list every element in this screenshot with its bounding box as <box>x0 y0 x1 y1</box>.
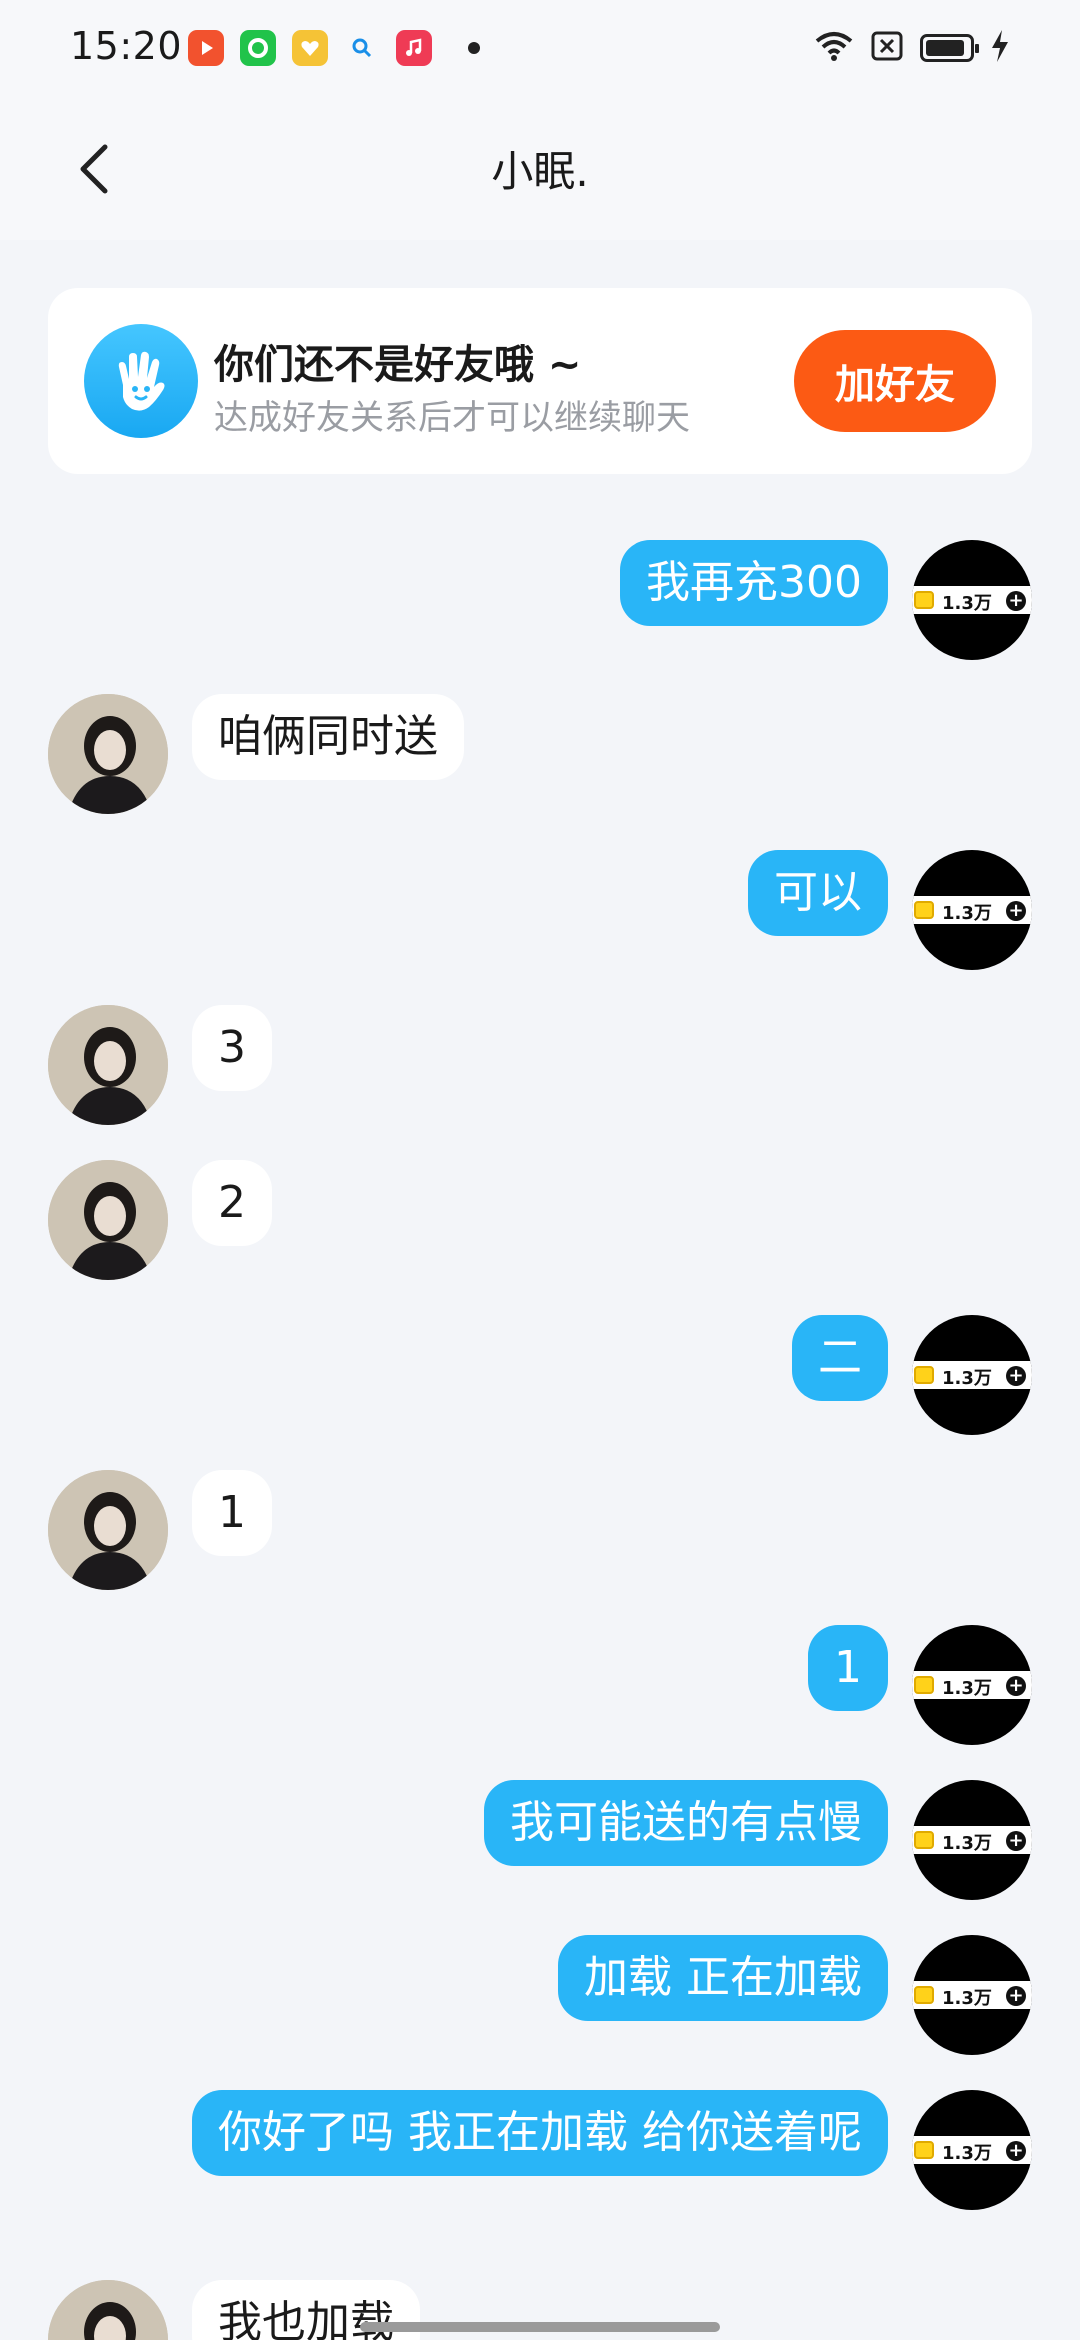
plus-icon: + <box>1006 1831 1026 1851</box>
message-bubble-self[interactable]: 我可能送的有点慢 <box>484 1780 888 1866</box>
coin-count: 1.3万 <box>942 593 992 614</box>
message-bubble-self[interactable]: 可以 <box>748 850 888 936</box>
self-avatar[interactable]: 1.3万 + <box>912 1935 1032 2055</box>
home-indicator[interactable] <box>360 2322 720 2332</box>
contact-avatar[interactable] <box>48 1160 168 1280</box>
message-bubble-self[interactable]: 你好了吗 我正在加载 给你送着呢 <box>192 2090 888 2176</box>
plus-icon: + <box>1006 901 1026 921</box>
plus-icon: + <box>1006 1366 1026 1386</box>
self-avatar[interactable]: 1.3万 + <box>912 540 1032 660</box>
coin-count: 1.3万 <box>942 903 992 924</box>
message-bubble-other[interactable]: 3 <box>192 1005 272 1091</box>
plus-icon: + <box>1006 2141 1026 2161</box>
plus-icon: + <box>1006 1986 1026 2006</box>
coin-icon <box>914 2141 934 2159</box>
message-bubble-self[interactable]: 1 <box>808 1625 888 1711</box>
message-bubble-other[interactable]: 2 <box>192 1160 272 1246</box>
contact-avatar[interactable] <box>48 1470 168 1590</box>
coin-icon <box>914 1366 934 1384</box>
plus-icon: + <box>1006 591 1026 611</box>
coin-icon <box>914 901 934 919</box>
self-avatar[interactable]: 1.3万 + <box>912 1315 1032 1435</box>
coin-icon <box>914 591 934 609</box>
coin-icon <box>914 1676 934 1694</box>
plus-icon: + <box>1006 1676 1026 1696</box>
contact-avatar[interactable] <box>48 1005 168 1125</box>
contact-avatar[interactable] <box>48 694 168 814</box>
coin-count: 1.3万 <box>942 1988 992 2009</box>
self-avatar[interactable]: 1.3万 + <box>912 850 1032 970</box>
coin-count: 1.3万 <box>942 1678 992 1699</box>
message-bubble-self[interactable]: 二 <box>792 1315 888 1401</box>
coin-count: 1.3万 <box>942 1833 992 1854</box>
message-bubble-self[interactable]: 加载 正在加载 <box>558 1935 888 2021</box>
coin-count: 1.3万 <box>942 2143 992 2164</box>
coin-icon <box>914 1986 934 2004</box>
coin-count: 1.3万 <box>942 1368 992 1389</box>
message-list: 我再充300 1.3万 + 咱俩同时送 可以 1.3万 + 3 2 二 1.3万… <box>0 0 1080 2340</box>
self-avatar[interactable]: 1.3万 + <box>912 1780 1032 1900</box>
message-bubble-other[interactable]: 1 <box>192 1470 272 1556</box>
self-avatar[interactable]: 1.3万 + <box>912 1625 1032 1745</box>
contact-avatar[interactable] <box>48 2280 168 2340</box>
message-bubble-self[interactable]: 我再充300 <box>620 540 888 626</box>
self-avatar[interactable]: 1.3万 + <box>912 2090 1032 2210</box>
coin-icon <box>914 1831 934 1849</box>
message-bubble-other[interactable]: 咱俩同时送 <box>192 694 464 780</box>
